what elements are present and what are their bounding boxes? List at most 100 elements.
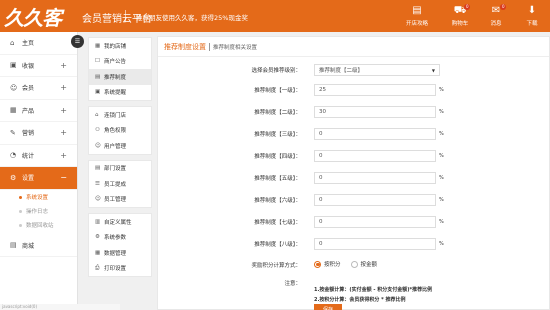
subnav-staff-commission[interactable]: ☰ 员工提成 <box>89 176 151 192</box>
level-select-value: 推荐制度【二级】 <box>319 68 364 74</box>
sidebar-item-label: 统计 <box>22 152 35 160</box>
subnav-system-reminder[interactable]: ▣ 系统提醒 <box>89 85 151 101</box>
level-1-row: 推荐制度【一级】： 25 % <box>158 84 550 96</box>
printer-icon: ⎙ <box>95 264 100 271</box>
percent-unit: % <box>439 153 444 159</box>
level-1-label: 推荐制度【一级】： <box>254 88 301 94</box>
radio-label-by-amount[interactable]: 按金额 <box>361 260 378 268</box>
subnav-my-store[interactable]: ▦ 我的店铺 <box>89 38 151 54</box>
expand-icon[interactable]: + <box>60 61 67 70</box>
reward-method-radios: 按积分 按金额 <box>314 260 387 268</box>
level-6-label: 推荐制度【六级】： <box>254 198 301 204</box>
subnav-user-management[interactable]: ☺ 用户管理 <box>89 138 151 154</box>
subnav-referral-system[interactable]: ▤ 推荐制度 <box>89 69 151 85</box>
notes-block: 1.按金额计算：(实付金额 - 积分支付金额)*推荐比例 2.按积分计算：会员获… <box>314 285 432 305</box>
level-2-label: 推荐制度【二级】： <box>254 110 301 116</box>
level-6-row: 推荐制度【六级】： 0 % <box>158 194 550 206</box>
envelope-icon: ✉ <box>491 5 501 16</box>
page-header: 推荐制度设置 推荐制度相关设置 <box>158 37 549 57</box>
subnav-custom-attributes[interactable]: ▥ 自定义属性 <box>89 214 151 230</box>
percent-unit: % <box>439 197 444 203</box>
expand-icon[interactable]: + <box>60 128 67 137</box>
subnav-label: 连锁门店 <box>104 112 127 119</box>
subnav-staff-management[interactable]: ☺ 员工管理 <box>89 192 151 208</box>
store-guide-button[interactable]: ▤ 开店攻略 <box>392 0 442 32</box>
subnav-announcement[interactable]: ☐ 商户公告 <box>89 54 151 70</box>
sidebar-item-marketing[interactable]: ✎ 营销 + <box>0 122 77 145</box>
subnav-system-params[interactable]: ⚙ 系统参数 <box>89 230 151 246</box>
download-button[interactable]: ⬇ 下载 <box>514 0 550 32</box>
level-7-input[interactable]: 0 <box>314 216 436 228</box>
level-7-row: 推荐制度【七级】： 0 % <box>158 216 550 228</box>
subnav-label: 打印设置 <box>104 266 127 273</box>
level-3-input[interactable]: 0 <box>314 128 436 140</box>
home-icon: ⌂ <box>10 38 15 47</box>
subnav-label: 员工管理 <box>104 197 127 204</box>
level-4-input[interactable]: 0 <box>314 150 436 162</box>
pie-chart-icon: ◔ <box>10 151 17 160</box>
sidebar-item-cashier[interactable]: ▣ 收银 + <box>0 55 77 77</box>
messages-badge: 0 <box>500 4 506 10</box>
save-button[interactable]: 保存 <box>314 304 342 310</box>
radio-by-points[interactable] <box>314 260 321 268</box>
level-4-label: 推荐制度【四级】： <box>254 154 301 160</box>
messages-button[interactable]: ✉ 0 消息 <box>478 0 514 32</box>
expand-icon[interactable]: + <box>60 151 67 160</box>
referral-icon: ▤ <box>95 73 101 80</box>
radio-by-amount[interactable] <box>350 260 358 268</box>
level-8-input[interactable]: 0 <box>314 238 436 250</box>
level-select-label: 选择会员推荐级别： <box>251 68 301 74</box>
mall-icon: ▤ <box>10 241 17 250</box>
level-select[interactable]: 推荐制度【二级】 ▼ <box>314 64 440 76</box>
subnav-print-settings[interactable]: ⎙ 打印设置 <box>89 261 151 277</box>
sidebar-item-label: 产品 <box>22 107 35 115</box>
expand-icon[interactable]: + <box>60 106 67 115</box>
sidebar-item-label: 商城 <box>22 242 35 250</box>
cashier-icon: ▣ <box>10 61 17 70</box>
sidebar-item-home[interactable]: ⌂ 主页 <box>0 32 77 55</box>
collapse-icon[interactable]: − <box>60 173 67 182</box>
main-sidebar: ☰ ⌂ 主页 ▣ 收银 + ☺ 会员 + ▦ 产品 + ✎ 营销 + ◔ 统计 … <box>0 32 84 310</box>
announcement-icon: ☐ <box>95 58 100 65</box>
promo-notice[interactable]: 推荐朋友使用久久客，获得25%现金奖 <box>136 12 248 22</box>
main-panel: 推荐制度设置 推荐制度相关设置 选择会员推荐级别： 推荐制度【二级】 ▼ 推荐制… <box>157 36 550 310</box>
cart-label: 购物车 <box>451 21 469 27</box>
subnav-label: 我的店铺 <box>104 43 127 50</box>
sidebar-item-settings[interactable]: ⚙ 设置 − <box>0 167 77 190</box>
collapse-menu-icon[interactable]: ☰ <box>71 35 84 48</box>
sidebar-item-label: 会员 <box>22 85 35 93</box>
level-1-input[interactable]: 25 <box>314 84 436 96</box>
level-6-input[interactable]: 0 <box>314 194 436 206</box>
note-label: 注意： <box>284 281 301 287</box>
subnav-group-store: ▦ 我的店铺 ☐ 商户公告 ▤ 推荐制度 ▣ 系统提醒 <box>88 37 152 101</box>
store-icon: ▦ <box>95 42 101 49</box>
product-icon: ▦ <box>10 106 17 115</box>
messages-label: 消息 <box>490 21 502 27</box>
sidebar-item-members[interactable]: ☺ 会员 + <box>0 77 77 100</box>
note-line-1: 1.按金额计算：(实付金额 - 积分支付金额)*推荐比例 <box>314 287 433 293</box>
subnav-role-permissions[interactable]: ⚇ 角色权限 <box>89 123 151 139</box>
subnav-department[interactable]: ▤ 部门设置 <box>89 161 151 177</box>
percent-unit: % <box>439 109 444 115</box>
cart-button[interactable]: ⛟ 0 购物车 <box>442 0 478 32</box>
sidebar-sub-system-settings[interactable]: 系统设置 <box>0 190 77 204</box>
logo[interactable]: 久久客 <box>4 4 78 30</box>
store-guide-label: 开店攻略 <box>405 21 428 27</box>
sidebar-item-mall[interactable]: ▤ 商城 <box>0 235 77 257</box>
radio-label-by-points[interactable]: 按积分 <box>324 260 341 268</box>
level-7-label: 推荐制度【七级】： <box>254 220 301 226</box>
level-2-input[interactable]: 30 <box>314 106 436 118</box>
sidebar-sub-operation-log[interactable]: 操作日志 <box>0 204 77 218</box>
subnav-chain-stores[interactable]: ⌂ 连锁门店 <box>89 107 151 123</box>
divider <box>209 42 210 51</box>
level-5-input[interactable]: 0 <box>314 172 436 184</box>
subnav-data-management[interactable]: ▦ 数据管理 <box>89 245 151 261</box>
chevron-down-icon: ▼ <box>431 67 435 73</box>
sidebar-item-products[interactable]: ▦ 产品 + <box>0 100 77 122</box>
download-label: 下载 <box>526 21 538 27</box>
level-select-row: 选择会员推荐级别： 推荐制度【二级】 ▼ <box>158 64 550 76</box>
expand-icon[interactable]: + <box>60 83 67 92</box>
sidebar-item-statistics[interactable]: ◔ 统计 + <box>0 145 77 167</box>
level-8-label: 推荐制度【八级】： <box>254 242 301 248</box>
sidebar-sub-recycle-bin[interactable]: 数据回收站 <box>0 218 77 232</box>
